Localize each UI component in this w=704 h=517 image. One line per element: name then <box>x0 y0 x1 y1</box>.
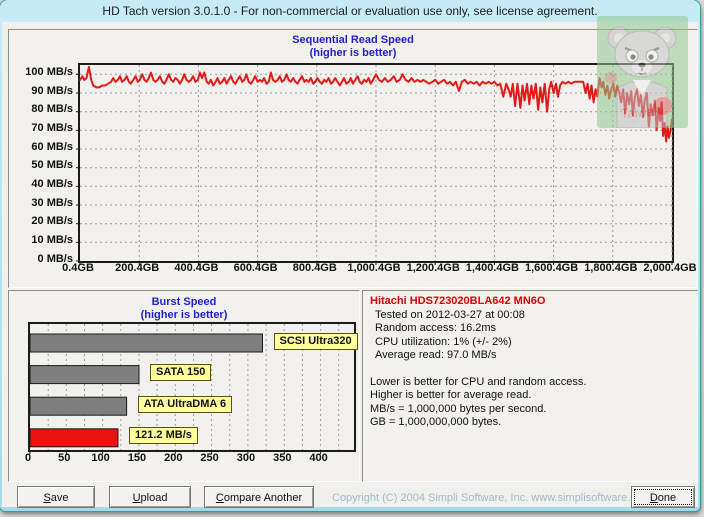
seq-x-tick-label: 1,600.4GB <box>520 262 584 274</box>
burst-chart-title: Burst Speed <box>9 296 359 308</box>
seq-y-tick-label: 10 MB/s <box>9 234 73 246</box>
burst-x-tick-label: 200 <box>156 452 190 464</box>
drive-stat-line: CPU utilization: 1% (+/- 2%) <box>370 336 693 350</box>
burst-x-tick-label: 350 <box>265 452 299 464</box>
seq-y-tick-label: 30 MB/s <box>9 197 73 209</box>
drive-stat-line: Random access: 16.2ms <box>370 322 693 336</box>
seq-x-tick-label: 600.4GB <box>224 262 288 274</box>
seq-y-tick-label: 50 MB/s <box>9 159 73 171</box>
drive-notes: Lower is better for CPU and random acces… <box>370 376 693 430</box>
seq-y-tick-label: 80 MB/s <box>9 103 73 115</box>
seq-y-tick-label: 40 MB/s <box>9 178 73 190</box>
burst-x-tick-label: 100 <box>84 452 118 464</box>
seq-plot-area <box>78 63 674 263</box>
seq-x-tick-label: 400.4GB <box>164 262 228 274</box>
burst-speed-panel: Burst Speed (higher is better) SCSI Ultr… <box>8 290 360 482</box>
seq-y-tick-label: 70 MB/s <box>9 122 73 134</box>
drive-info-panel: Hitachi HDS723020BLA642 MN6O Tested on 2… <box>362 290 698 482</box>
save-results-button[interactable]: Save Results <box>17 486 95 508</box>
burst-x-tick-label: 400 <box>302 452 336 464</box>
seq-x-tick-label: 2,000.4GB <box>638 262 700 274</box>
seq-x-tick-label: 0.4GB <box>46 262 110 274</box>
seq-x-tick-label: 1,800.4GB <box>579 262 643 274</box>
seq-x-tick-label: 1,200.4GB <box>401 262 465 274</box>
burst-chart-subtitle: (higher is better) <box>9 309 359 321</box>
spacer <box>370 363 693 376</box>
drive-stat-line: Average read: 97.0 MB/s <box>370 349 693 363</box>
burst-x-tick-label: 250 <box>193 452 227 464</box>
drive-info-text: Hitachi HDS723020BLA642 MN6O Tested on 2… <box>370 295 693 430</box>
drive-stat-line: Tested on 2012-03-27 at 00:08 <box>370 309 693 323</box>
seq-chart-subtitle: (higher is better) <box>9 47 697 59</box>
done-button[interactable]: Done <box>631 486 695 508</box>
window-title: HD Tach version 3.0.1.0 - For non-commer… <box>102 4 597 18</box>
burst-bar-label: SATA 150 <box>150 364 211 381</box>
seq-y-tick-label: 90 MB/s <box>9 85 73 97</box>
drive-note-line: Lower is better for CPU and random acces… <box>370 376 693 390</box>
seq-y-tick-label: 60 MB/s <box>9 141 73 153</box>
desktop: { "window": { "title": "HD Tach version … <box>0 0 704 517</box>
burst-x-tick-label: 0 <box>11 452 45 464</box>
drive-note-line: Higher is better for average read. <box>370 389 693 403</box>
burst-x-tick-label: 50 <box>47 452 81 464</box>
upload-results-button[interactable]: Upload Results <box>109 486 191 508</box>
burst-x-tick-label: 300 <box>229 452 263 464</box>
drive-name: Hitachi HDS723020BLA642 MN6O <box>370 295 693 309</box>
app-window: HD Tach version 3.0.1.0 - For non-commer… <box>0 0 700 511</box>
seq-y-tick-label: 20 MB/s <box>9 215 73 227</box>
seq-x-tick-label: 800.4GB <box>283 262 347 274</box>
seq-chart-title: Sequential Read Speed <box>9 34 697 46</box>
burst-bar-label: ATA UltraDMA 6 <box>138 396 233 413</box>
burst-bar-label: 121.2 MB/s <box>129 427 198 444</box>
client-area: Sequential Read Speed (higher is better)… <box>2 22 698 507</box>
seq-x-tick-label: 200.4GB <box>105 262 169 274</box>
copyright-text: Copyright (C) 2004 Simpli Software, Inc.… <box>332 492 620 504</box>
seq-x-tick-label: 1,000.4GB <box>342 262 406 274</box>
seq-y-tick-label: 100 MB/s <box>9 66 73 78</box>
drive-stats: Tested on 2012-03-27 at 00:08Random acce… <box>370 309 693 363</box>
burst-bar-label: SCSI Ultra320 <box>274 333 358 350</box>
seq-chart-canvas <box>80 65 672 261</box>
seq-x-tick-label: 1,400.4GB <box>460 262 524 274</box>
sequential-read-panel: Sequential Read Speed (higher is better)… <box>8 29 698 288</box>
compare-another-drive-button[interactable]: Compare Another Drive <box>204 486 314 508</box>
title-bar[interactable]: HD Tach version 3.0.1.0 - For non-commer… <box>0 0 700 22</box>
drive-note-line: MB/s = 1,000,000 bytes per second. <box>370 403 693 417</box>
drive-note-line: GB = 1,000,000,000 bytes. <box>370 416 693 430</box>
burst-x-tick-label: 150 <box>120 452 154 464</box>
